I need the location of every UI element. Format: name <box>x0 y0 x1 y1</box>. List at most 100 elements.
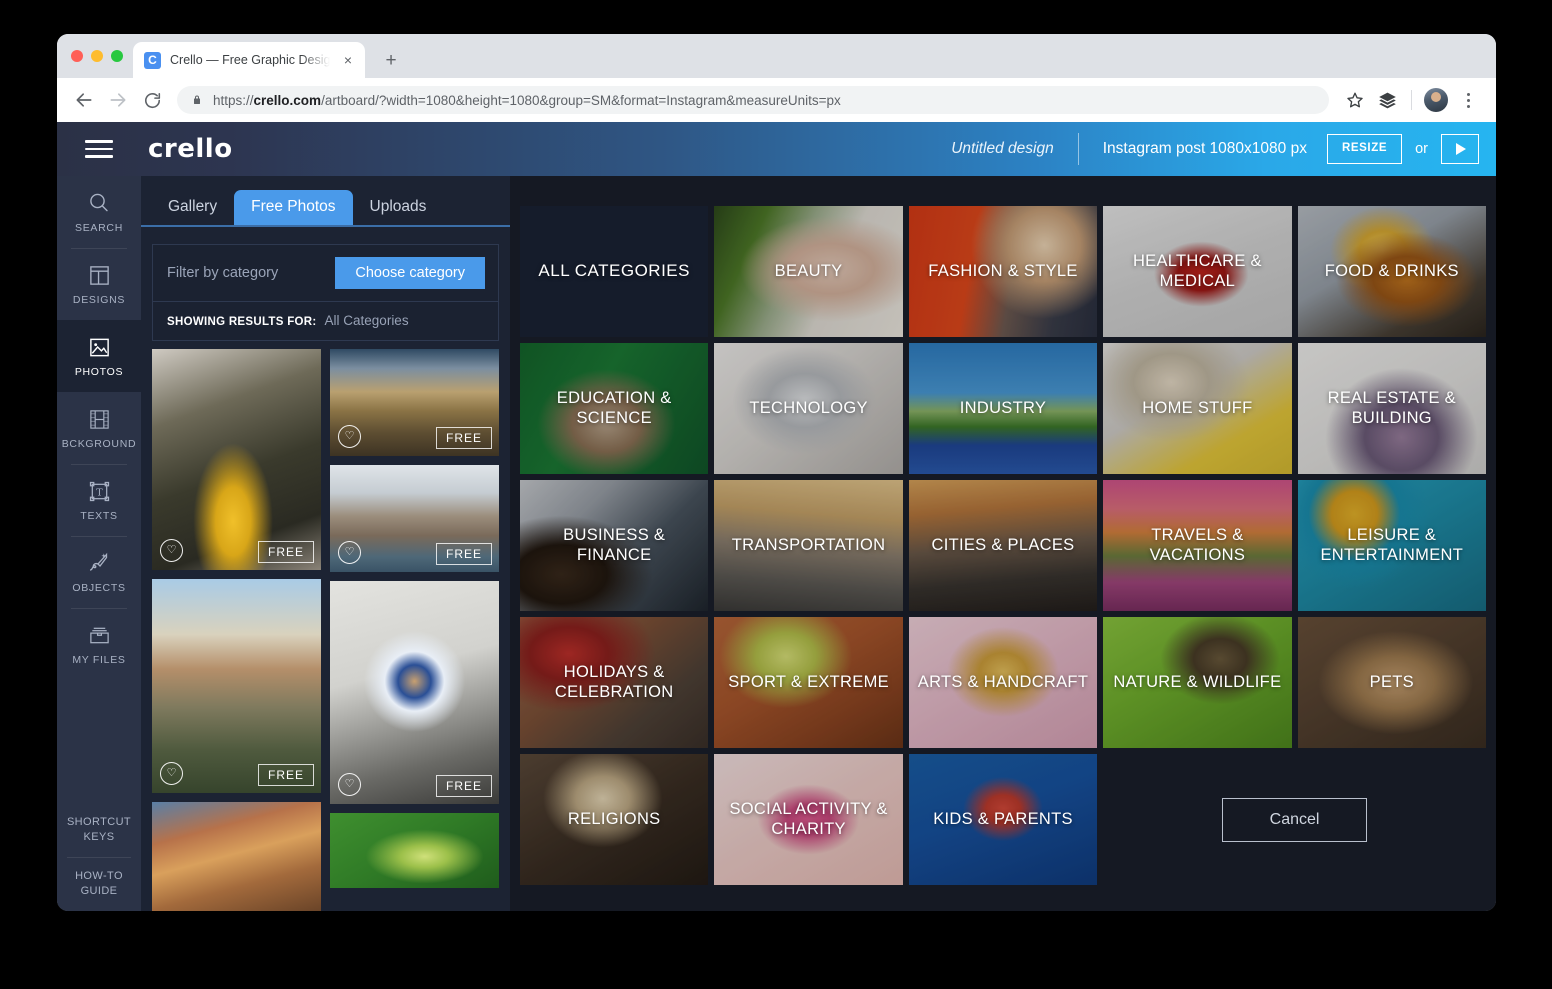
category-tile-technology[interactable]: TECHNOLOGY <box>714 343 902 474</box>
category-tile-religions[interactable]: RELIGIONS <box>520 754 708 885</box>
favorite-heart-icon[interactable]: ♡ <box>338 425 361 448</box>
category-tile-sport-extreme[interactable]: SPORT & EXTREME <box>714 617 902 748</box>
resize-button[interactable]: RESIZE <box>1327 134 1402 164</box>
address-bar[interactable]: https://crello.com/artboard/?width=1080&… <box>177 86 1329 114</box>
crello-logo[interactable]: crello <box>148 134 233 164</box>
tab-gallery[interactable]: Gallery <box>151 190 234 225</box>
panel-tabs: Gallery Free Photos Uploads <box>141 176 510 227</box>
photo-thumbnail[interactable]: ♡ FREE <box>330 581 499 804</box>
how-to-guide-link[interactable]: HOW-TO GUIDE <box>57 857 141 911</box>
sidebar-item-designs[interactable]: DESIGNS <box>57 248 141 320</box>
play-preview-button[interactable] <box>1441 134 1479 164</box>
cancel-button-wrapper: Cancel <box>1103 754 1486 885</box>
sidebar-item-texts[interactable]: T TEXTS <box>57 464 141 536</box>
text-box-icon: T <box>86 478 112 504</box>
reload-icon[interactable] <box>137 85 167 115</box>
back-arrow-icon[interactable] <box>69 85 99 115</box>
category-tile-nature-wildlife[interactable]: NATURE & WILDLIFE <box>1103 617 1291 748</box>
category-label: KIDS & PARENTS <box>925 810 1081 829</box>
window-controls <box>69 34 133 78</box>
photo-thumbnail[interactable]: ♡ FREE <box>152 579 321 793</box>
close-window-button[interactable] <box>71 50 83 62</box>
free-badge: FREE <box>436 775 492 797</box>
category-label: ARTS & HANDCRAFT <box>910 673 1096 692</box>
app-header: crello Untitled design Instagram post 10… <box>57 122 1496 176</box>
photo-results-grid[interactable]: ♡ FREE ♡ FREE <box>152 349 499 911</box>
favorite-heart-icon[interactable]: ♡ <box>160 539 183 562</box>
category-tile-real-estate-building[interactable]: REAL ESTATE & BUILDING <box>1298 343 1486 474</box>
category-label: PETS <box>1362 673 1422 692</box>
category-tile-business-finance[interactable]: BUSINESS & FINANCE <box>520 480 708 611</box>
category-tile-food-drinks[interactable]: FOOD & DRINKS <box>1298 206 1486 337</box>
forward-arrow-icon[interactable] <box>103 85 133 115</box>
category-label: SPORT & EXTREME <box>720 673 897 692</box>
tab-uploads[interactable]: Uploads <box>353 190 444 225</box>
sidebar-label: PHOTOS <box>75 366 123 378</box>
rail-footer: SHORTCUT KEYS HOW-TO GUIDE <box>57 803 141 911</box>
category-tile-industry[interactable]: INDUSTRY <box>909 343 1097 474</box>
category-label: BUSINESS & FINANCE <box>520 526 708 565</box>
category-tile-home-stuff[interactable]: HOME STUFF <box>1103 343 1291 474</box>
favorite-heart-icon[interactable]: ♡ <box>160 762 183 785</box>
photo-thumbnail[interactable]: ♡ FREE <box>330 349 499 456</box>
category-tile-all-categories[interactable]: ALL CATEGORIES <box>520 206 708 337</box>
rainbow-mountains-image <box>152 802 321 911</box>
sidebar-label: MY FILES <box>72 654 125 666</box>
category-tile-beauty[interactable]: BEAUTY <box>714 206 902 337</box>
tool-rail: SEARCH DESIGNS PHOTOS <box>57 176 141 911</box>
favorite-heart-icon[interactable]: ♡ <box>338 541 361 564</box>
free-badge: FREE <box>258 541 314 563</box>
category-tile-arts-handcraft[interactable]: ARTS & HANDCRAFT <box>909 617 1097 748</box>
photo-thumbnail[interactable] <box>152 802 321 911</box>
category-tile-fashion-style[interactable]: FASHION & STYLE <box>909 206 1097 337</box>
category-tile-social-activity-charity[interactable]: SOCIAL ACTIVITY & CHARITY <box>714 754 902 885</box>
category-tile-cities-places[interactable]: CITIES & PLACES <box>909 480 1097 611</box>
cancel-button[interactable]: Cancel <box>1222 798 1367 842</box>
new-tab-button[interactable]: + <box>377 46 405 74</box>
minimize-window-button[interactable] <box>91 50 103 62</box>
close-tab-icon[interactable]: × <box>339 51 357 69</box>
sidebar-item-photos[interactable]: PHOTOS <box>57 320 141 392</box>
sidebar-item-bckground[interactable]: BCKGROUND <box>57 392 141 464</box>
category-tile-kids-parents[interactable]: KIDS & PARENTS <box>909 754 1097 885</box>
brush-icon <box>86 550 112 576</box>
category-tile-leisure-entertainment[interactable]: LEISURE & ENTERTAINMENT <box>1298 480 1486 611</box>
free-badge: FREE <box>436 427 492 449</box>
photo-thumbnail[interactable]: ♡ FREE <box>152 349 321 570</box>
category-label: TRAVELS & VACATIONS <box>1103 526 1291 565</box>
sidebar-item-objects[interactable]: OBJECTS <box>57 536 141 608</box>
category-label: LEISURE & ENTERTAINMENT <box>1298 526 1486 565</box>
browser-window: C Crello — Free Graphic Design S × + htt… <box>57 34 1496 911</box>
url-domain: crello.com <box>254 93 322 108</box>
photo-thumbnail[interactable]: ♡ FREE <box>330 465 499 572</box>
browser-menu-icon[interactable] <box>1454 86 1482 114</box>
design-name[interactable]: Untitled design <box>951 140 1078 158</box>
sidebar-item-search[interactable]: SEARCH <box>57 176 141 248</box>
category-label: ALL CATEGORIES <box>530 261 698 281</box>
layers-extension-icon[interactable] <box>1373 86 1401 114</box>
category-tile-holidays-celebration[interactable]: HOLIDAYS & CELEBRATION <box>520 617 708 748</box>
sidebar-item-my-files[interactable]: MY FILES <box>57 608 141 680</box>
category-tile-transportation[interactable]: TRANSPORTATION <box>714 480 902 611</box>
profile-avatar[interactable] <box>1422 86 1450 114</box>
layout-icon <box>86 262 112 288</box>
photo-icon <box>86 334 112 360</box>
shortcut-keys-link[interactable]: SHORTCUT KEYS <box>57 803 141 857</box>
star-icon[interactable] <box>1341 86 1369 114</box>
category-tile-travels-vacations[interactable]: TRAVELS & VACATIONS <box>1103 480 1291 611</box>
category-label: RELIGIONS <box>560 810 669 829</box>
hamburger-menu-icon[interactable] <box>57 122 141 176</box>
category-label: HOLIDAYS & CELEBRATION <box>520 663 708 702</box>
photo-thumbnail[interactable] <box>330 813 499 888</box>
category-tile-healthcare-medical[interactable]: HEALTHCARE & MEDICAL <box>1103 206 1291 337</box>
showing-results-label: SHOWING RESULTS FOR: <box>167 316 317 328</box>
favorite-heart-icon[interactable]: ♡ <box>338 773 361 796</box>
showing-results-value: All Categories <box>325 313 409 328</box>
maximize-window-button[interactable] <box>111 50 123 62</box>
browser-tab[interactable]: C Crello — Free Graphic Design S × <box>133 42 365 78</box>
choose-category-button[interactable]: Choose category <box>335 257 485 290</box>
category-tile-pets[interactable]: PETS <box>1298 617 1486 748</box>
yellow-van-in-forest-image <box>152 349 321 570</box>
category-tile-education-science[interactable]: EDUCATION & SCIENCE <box>520 343 708 474</box>
tab-free-photos[interactable]: Free Photos <box>234 190 352 225</box>
